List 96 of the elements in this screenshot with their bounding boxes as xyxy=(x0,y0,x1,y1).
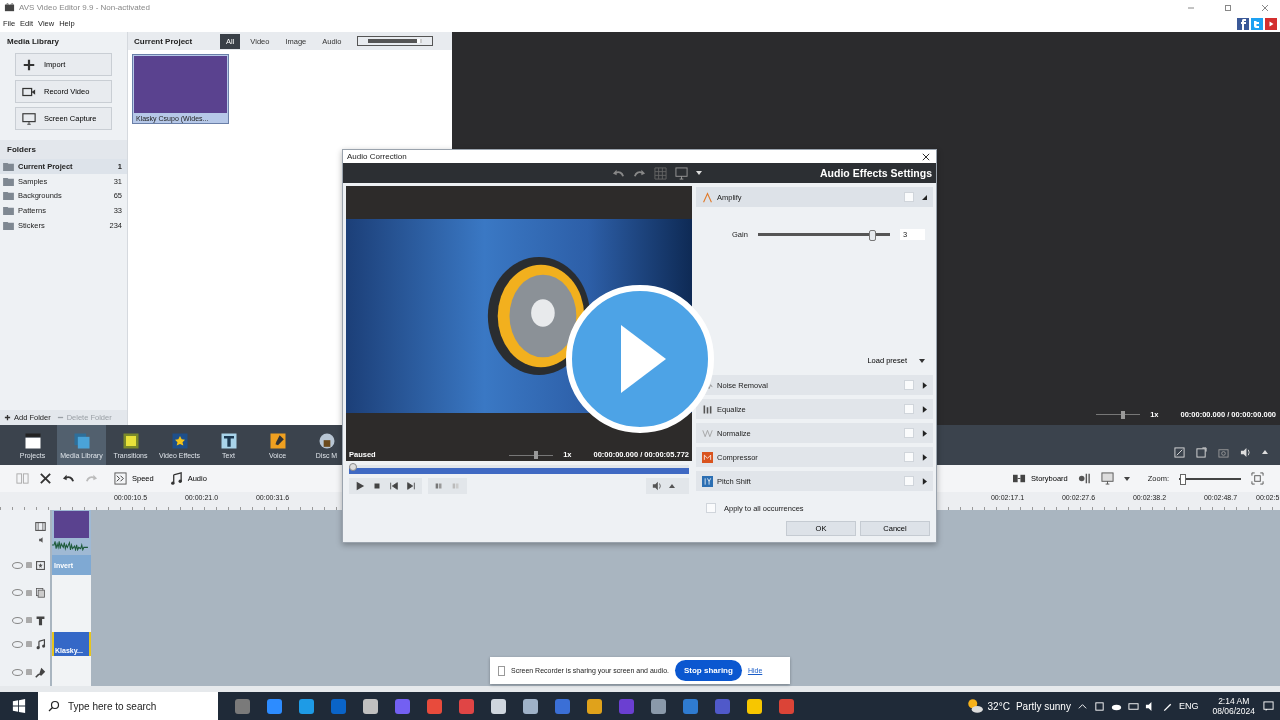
pop-out-icon[interactable] xyxy=(1196,446,1207,458)
weather-text: Partly sunny xyxy=(1015,700,1071,712)
video-clip[interactable] xyxy=(54,511,89,538)
speed-slider[interactable] xyxy=(1096,410,1141,419)
plus-icon xyxy=(22,57,36,72)
delete-icon[interactable] xyxy=(39,472,52,485)
social-icon[interactable] xyxy=(1251,17,1263,30)
expand-arrow-icon[interactable] xyxy=(922,193,927,201)
seek-bar[interactable] xyxy=(349,465,689,474)
clock[interactable]: 2:14 AM 08/06/2024 xyxy=(1212,696,1255,716)
monitor-icon[interactable] xyxy=(675,166,689,180)
monitor-icon[interactable] xyxy=(1100,472,1114,485)
taskbar-app-icon[interactable] xyxy=(266,698,282,714)
search-icon xyxy=(48,700,60,712)
dialog-heading: Audio Effects Settings xyxy=(820,167,932,180)
expand-arrow-icon[interactable] xyxy=(922,477,927,485)
tray-app-icon[interactable] xyxy=(1093,700,1105,712)
caret-icon[interactable] xyxy=(1123,475,1130,482)
dialog-title: Audio Correction xyxy=(347,152,407,162)
fit-icon[interactable] xyxy=(1251,472,1264,485)
text-icon xyxy=(35,614,46,626)
expand-arrow-icon[interactable] xyxy=(922,453,927,461)
caret-icon[interactable] xyxy=(1262,449,1268,455)
folder-icon xyxy=(3,191,14,201)
expand-arrow-icon[interactable] xyxy=(922,405,927,413)
caret-icon xyxy=(919,357,925,364)
peak-icon xyxy=(702,191,713,203)
camera-icon[interactable] xyxy=(1218,446,1229,458)
app-logo-icon xyxy=(4,2,15,13)
volume-icon[interactable] xyxy=(652,481,662,491)
taskbar-app-icon[interactable] xyxy=(298,698,314,714)
next-icon[interactable] xyxy=(406,481,416,491)
speed-slider[interactable] xyxy=(509,451,554,459)
zoom-slider[interactable] xyxy=(1179,473,1241,484)
taskbar-app-icon[interactable] xyxy=(586,698,602,714)
temperature: 32°C xyxy=(987,700,1010,712)
network-icon[interactable] xyxy=(1127,700,1139,712)
previous-icon[interactable] xyxy=(389,481,399,491)
expand-arrow-icon[interactable] xyxy=(922,429,927,437)
folder-icon xyxy=(3,161,14,171)
mark-in-icon[interactable] xyxy=(434,481,444,491)
monitor-icon xyxy=(22,111,36,126)
folder-icon xyxy=(3,205,14,215)
stop-sharing-button[interactable]: Stop sharing xyxy=(675,660,742,681)
overlay-icon xyxy=(35,587,46,598)
effect-checkbox[interactable] xyxy=(904,428,914,438)
section-title: Folders xyxy=(0,140,127,159)
weather-icon xyxy=(965,697,984,715)
effect-checkbox[interactable] xyxy=(904,404,914,414)
pitch-icon xyxy=(702,475,713,487)
storyboard-icon xyxy=(1013,472,1027,485)
compressor-icon xyxy=(702,451,713,463)
notification-icon[interactable] xyxy=(1263,700,1274,712)
effect-checkbox[interactable] xyxy=(904,452,914,462)
fullscreen-icon[interactable] xyxy=(1174,446,1185,458)
taskbar-app-icon[interactable] xyxy=(490,698,506,714)
caret-icon[interactable] xyxy=(696,170,703,177)
fast-forward-icon xyxy=(114,472,127,485)
effect-checkbox[interactable] xyxy=(904,476,914,486)
film-icon xyxy=(35,521,46,532)
window-title: AVS Video Editor 9.9 - Non-activated xyxy=(19,3,150,12)
apply-checkbox[interactable] xyxy=(706,503,716,513)
minus-icon xyxy=(56,414,64,421)
folder-icon xyxy=(3,220,14,230)
maximize-icon[interactable] xyxy=(1223,2,1233,13)
taskbar-app-icon[interactable] xyxy=(650,698,666,714)
music-note-icon xyxy=(169,472,183,485)
language-indicator[interactable]: ENG xyxy=(1178,701,1199,711)
effect-checkbox[interactable] xyxy=(904,380,914,390)
social-icon[interactable] xyxy=(1265,17,1277,30)
waveform-drawing xyxy=(52,539,91,551)
speaker-icon[interactable] xyxy=(38,536,46,544)
panel-title: Current Project xyxy=(134,36,194,46)
search-field[interactable]: Type here to search xyxy=(38,692,218,720)
video-play-overlay[interactable] xyxy=(566,285,714,433)
microphone-icon xyxy=(35,666,46,678)
expand-arrow-icon[interactable] xyxy=(922,381,927,389)
taskbar-app-icon[interactable] xyxy=(362,698,378,714)
taskbar-app-icon[interactable] xyxy=(522,698,538,714)
wave-icon xyxy=(702,427,713,439)
effect-icon xyxy=(35,559,46,571)
effect-checkbox[interactable] xyxy=(904,192,914,202)
music-note-icon xyxy=(35,638,46,650)
bars-icon xyxy=(702,403,713,415)
panel-title: Media Library xyxy=(6,36,60,48)
taskbar-app-icon[interactable] xyxy=(746,698,762,714)
gain-slider[interactable] xyxy=(757,230,890,239)
audio-mixer-icon[interactable] xyxy=(1077,472,1091,485)
folder-icon xyxy=(3,176,14,186)
social-icon[interactable] xyxy=(1237,17,1249,30)
plus-icon xyxy=(4,414,11,421)
start-icon[interactable] xyxy=(12,699,26,713)
close-icon[interactable] xyxy=(922,152,930,161)
caret-icon[interactable] xyxy=(669,483,675,489)
thumbnail-size-slider[interactable] xyxy=(357,36,434,46)
volume-icon[interactable] xyxy=(1240,446,1251,458)
